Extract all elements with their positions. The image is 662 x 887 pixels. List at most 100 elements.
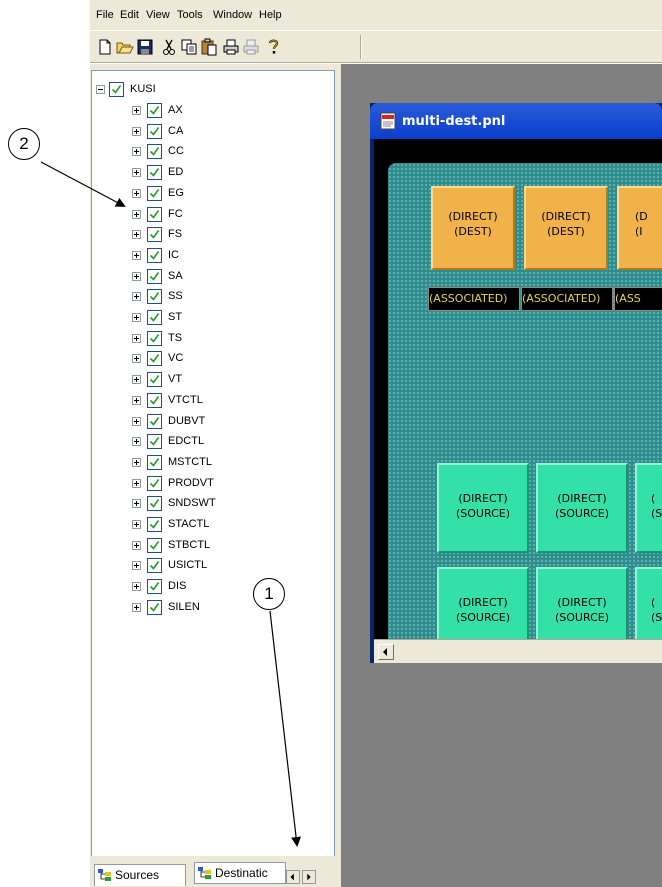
checkbox-icon[interactable] [147, 310, 162, 325]
expand-icon[interactable] [132, 313, 141, 322]
checkbox-icon[interactable] [147, 103, 162, 118]
tree-node[interactable]: PRODVT [92, 473, 332, 493]
expand-icon[interactable] [132, 250, 141, 260]
tree-node[interactable]: ED [92, 162, 332, 182]
expand-icon[interactable] [132, 478, 141, 488]
horizontal-scrollbar[interactable] [374, 639, 662, 663]
checkbox-icon[interactable] [147, 496, 162, 512]
expand-icon[interactable] [132, 520, 141, 529]
expand-icon[interactable] [132, 106, 141, 115]
print-preview-icon[interactable] [242, 38, 260, 56]
tree-node[interactable]: MSTCTL [92, 452, 332, 472]
collapse-icon[interactable] [96, 85, 105, 94]
menu-file[interactable]: File [96, 9, 114, 22]
tree-node[interactable]: CA [92, 121, 332, 141]
expand-icon[interactable] [132, 333, 141, 343]
checkbox-icon[interactable] [147, 413, 162, 429]
checkbox-icon[interactable] [147, 185, 162, 201]
tree-node[interactable]: STACTL [92, 514, 332, 534]
expand-icon[interactable] [132, 416, 141, 426]
expand-icon[interactable] [132, 188, 141, 198]
checkbox-icon[interactable] [109, 82, 124, 97]
tree-node[interactable]: IC [92, 245, 332, 265]
direct-dest-button[interactable]: (DIRECT) (DEST) [431, 186, 515, 270]
tree-node[interactable]: STBCTL [92, 535, 332, 555]
expand-icon[interactable] [132, 230, 141, 240]
menu-help[interactable]: Help [259, 9, 282, 22]
checkbox-icon[interactable] [147, 289, 162, 305]
print-icon[interactable] [222, 38, 240, 56]
checkbox-icon[interactable] [147, 475, 162, 491]
tree-node[interactable]: SNDSWT [92, 493, 332, 513]
new-icon[interactable] [96, 38, 114, 56]
checkbox-icon[interactable] [147, 268, 162, 284]
expand-icon[interactable] [132, 395, 141, 405]
checkbox-icon[interactable] [147, 351, 162, 367]
expand-icon[interactable] [132, 437, 141, 447]
checkbox-icon[interactable] [147, 392, 162, 408]
tree-node[interactable]: VC [92, 348, 332, 368]
tree-node[interactable]: VT [92, 369, 332, 389]
checkbox-icon[interactable] [147, 579, 162, 595]
checkbox-icon[interactable] [147, 227, 162, 243]
menu-edit[interactable]: Edit [120, 9, 139, 22]
expand-icon[interactable] [132, 209, 141, 219]
direct-source-button[interactable]: (DIRECT) (SOURCE) [536, 463, 628, 553]
tree-node[interactable]: EDCTL [92, 431, 332, 451]
tab-sources[interactable]: Sources [94, 864, 186, 886]
checkbox-icon[interactable] [147, 434, 162, 450]
expand-icon[interactable] [132, 499, 141, 509]
expand-icon[interactable] [132, 602, 141, 612]
menu-window[interactable]: Window [213, 9, 252, 22]
cut-icon[interactable] [160, 38, 178, 56]
checkbox-icon[interactable] [147, 372, 162, 388]
source-tree[interactable]: KUSI AX CA CC ED EG FC FS IC SA SS ST TS VC VT VTCTL DU… [91, 70, 335, 887]
tab-scroll-right-button[interactable] [302, 870, 316, 884]
direct-source-button[interactable]: (DIRECT) (SOURCE) [437, 463, 529, 553]
open-icon[interactable] [116, 38, 134, 56]
scroll-left-button[interactable] [378, 644, 394, 660]
tree-node[interactable]: SILEN [92, 597, 332, 617]
expand-icon[interactable] [132, 292, 141, 302]
tree-node[interactable]: EG [92, 183, 332, 203]
tree-node[interactable]: DUBVT [92, 411, 332, 431]
tree-node[interactable]: FS [92, 224, 332, 244]
checkbox-icon[interactable] [147, 454, 162, 470]
expand-icon[interactable] [132, 457, 141, 467]
direct-dest-button[interactable]: (DIRECT) (DEST) [524, 186, 608, 270]
expand-icon[interactable] [132, 375, 141, 385]
tree-node[interactable]: SA [92, 266, 332, 286]
expand-icon[interactable] [132, 147, 141, 157]
tree-root-node[interactable]: KUSI [92, 79, 332, 99]
checkbox-icon[interactable] [147, 247, 162, 263]
tree-node[interactable]: DIS [92, 576, 332, 596]
menu-tools[interactable]: Tools [177, 9, 203, 22]
checkbox-icon[interactable] [147, 517, 162, 532]
tree-node[interactable]: TS [92, 328, 332, 348]
tree-node[interactable]: FC [92, 204, 332, 224]
expand-icon[interactable] [132, 540, 141, 550]
save-icon[interactable] [136, 38, 154, 56]
expand-icon[interactable] [132, 582, 141, 592]
checkbox-icon[interactable] [147, 144, 162, 160]
document-title-bar[interactable]: multi-dest.pnl [370, 103, 662, 139]
menu-view[interactable]: View [146, 9, 170, 22]
tab-destinations[interactable]: Destinatic [194, 862, 286, 884]
direct-source-button[interactable]: ( (S [635, 463, 662, 553]
tree-node[interactable]: VTCTL [92, 390, 332, 410]
paste-icon[interactable] [200, 38, 218, 56]
tree-node[interactable]: AX [92, 100, 332, 120]
checkbox-icon[interactable] [147, 537, 162, 553]
tree-node[interactable]: ST [92, 307, 332, 327]
expand-icon[interactable] [132, 561, 141, 571]
tree-node[interactable]: SS [92, 286, 332, 306]
checkbox-icon[interactable] [147, 599, 162, 615]
checkbox-icon[interactable] [147, 206, 162, 222]
expand-icon[interactable] [132, 168, 141, 178]
checkbox-icon[interactable] [147, 165, 162, 181]
tree-node[interactable]: USICTL [92, 555, 332, 575]
checkbox-icon[interactable] [147, 330, 162, 346]
document-window[interactable]: multi-dest.pnl (DIRECT) (DEST) (DIRECT) … [370, 103, 662, 663]
expand-icon[interactable] [132, 126, 141, 136]
checkbox-icon[interactable] [147, 123, 162, 139]
